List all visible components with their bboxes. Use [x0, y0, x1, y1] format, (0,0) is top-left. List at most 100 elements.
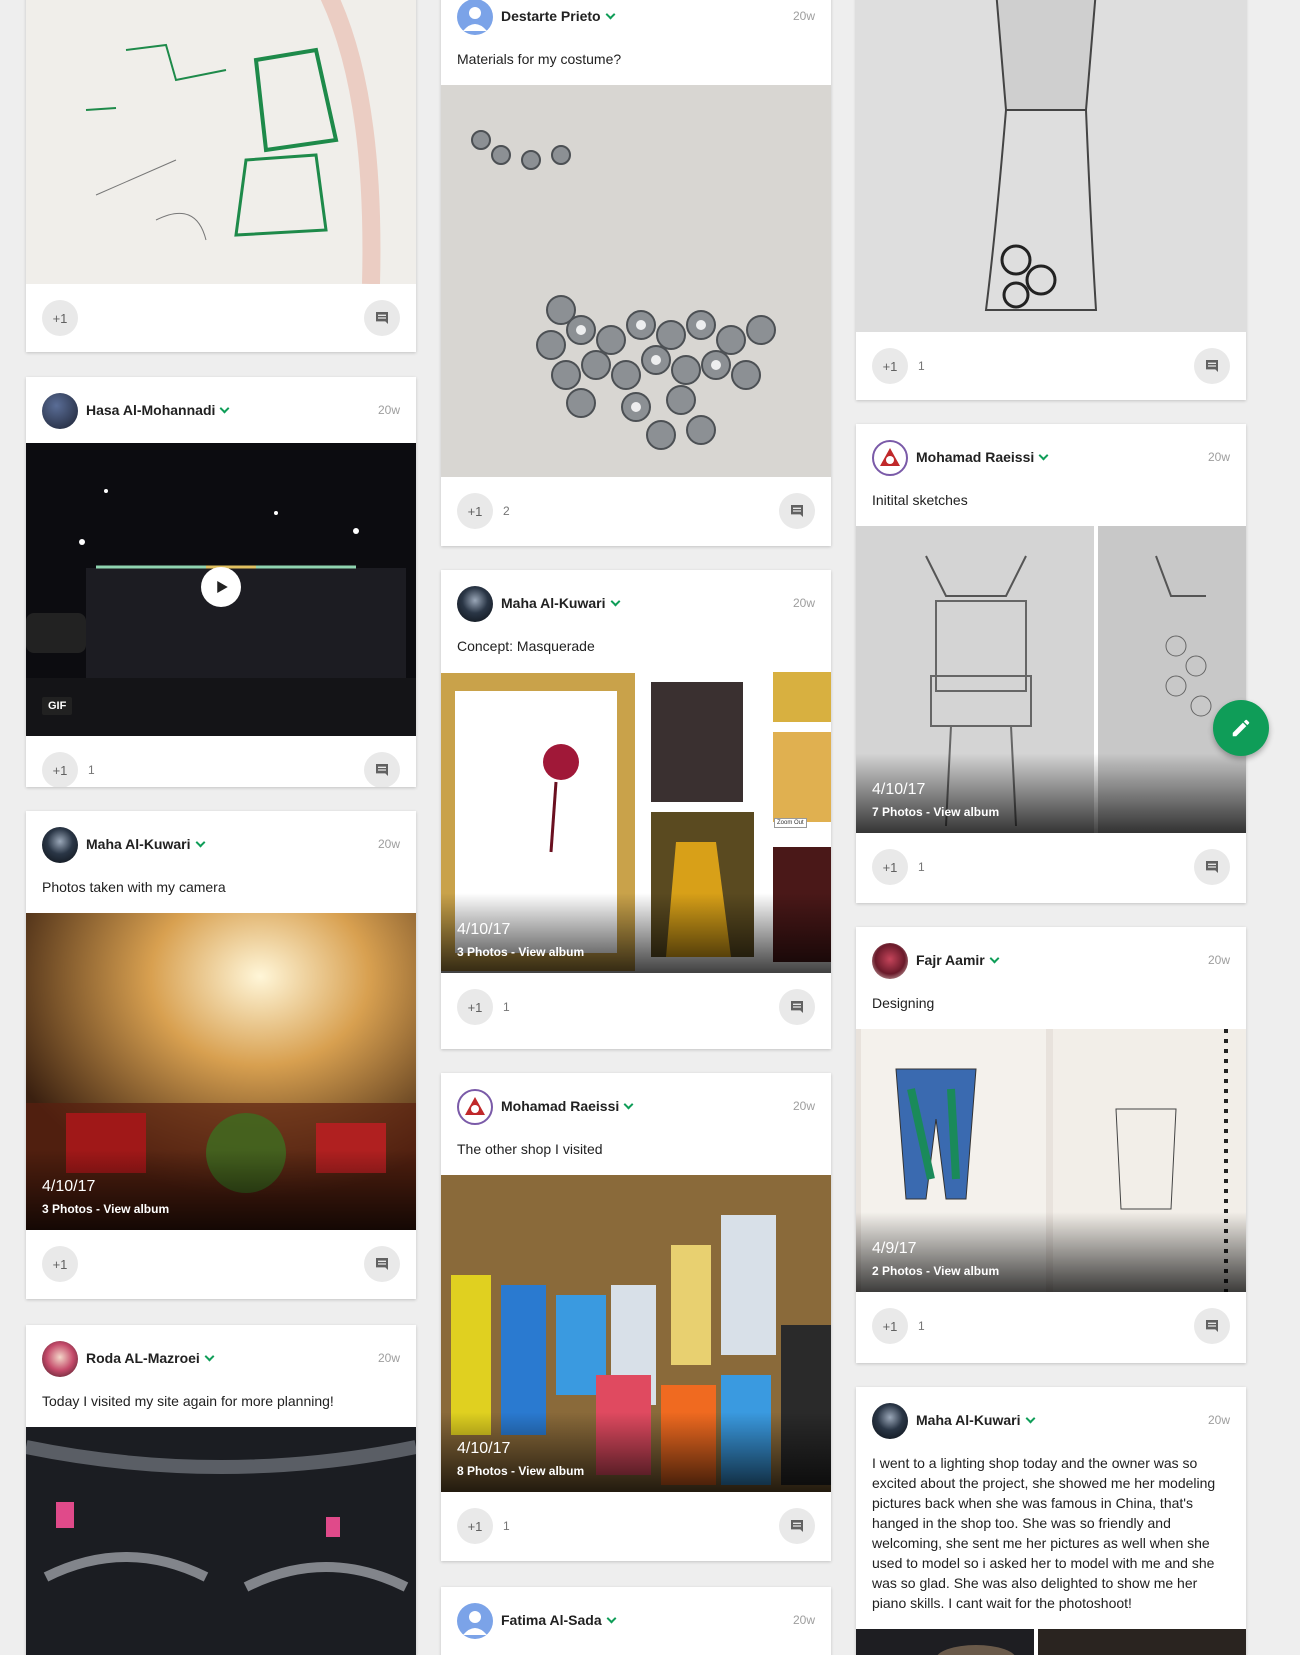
post-footer: +1 1 — [441, 973, 831, 1041]
author-name[interactable]: Fajr Aamir — [916, 952, 1000, 968]
album-image[interactable]: Zoom Out 4/10/17 3 Photos - View album — [441, 672, 831, 973]
plus-one-label: +1 — [882, 358, 898, 374]
plus-one-button[interactable]: +1 — [42, 1246, 78, 1282]
post-time[interactable]: 20w — [793, 596, 815, 610]
plus-one-button[interactable]: +1 — [457, 1508, 493, 1544]
chevron-down-icon[interactable] — [989, 953, 1000, 963]
post-header: Mohamad Raeissi 20w — [441, 1073, 831, 1139]
plus-one-button[interactable]: +1 — [872, 1308, 908, 1344]
post-footer: +1 1 — [26, 736, 416, 787]
comment-button[interactable] — [364, 300, 400, 336]
play-button[interactable] — [201, 567, 241, 607]
comment-icon — [1206, 861, 1218, 873]
view-album-link[interactable]: 3 Photos - View album — [42, 1202, 169, 1216]
author-name[interactable]: Roda AL-Mazroei — [86, 1350, 215, 1366]
chevron-down-icon[interactable] — [1038, 450, 1049, 460]
post-time[interactable]: 20w — [1208, 953, 1230, 967]
post-time[interactable]: 20w — [793, 9, 815, 23]
plus-one-button[interactable]: +1 — [42, 752, 78, 787]
view-album-link[interactable]: 8 Photos - View album — [457, 1464, 584, 1478]
author-name[interactable]: Maha Al-Kuwari — [86, 836, 205, 852]
logo-avatar-icon — [880, 448, 900, 466]
author-name[interactable]: Mohamad Raeissi — [501, 1098, 634, 1114]
post-text: Designing — [872, 995, 935, 1011]
avatar[interactable] — [457, 586, 493, 622]
post-card: Maha Al-Kuwari 20w I went to a lighting … — [856, 1387, 1246, 1655]
author-name[interactable]: Maha Al-Kuwari — [501, 595, 620, 611]
author-name[interactable]: Maha Al-Kuwari — [916, 1412, 1035, 1428]
chevron-down-icon[interactable] — [606, 1613, 617, 1623]
view-album-link[interactable]: 2 Photos - View album — [872, 1264, 999, 1278]
plus-one-count: 1 — [918, 860, 925, 874]
view-album-link[interactable]: 3 Photos - View album — [457, 945, 584, 959]
post-image[interactable] — [26, 1427, 416, 1655]
plus-one-button[interactable]: +1 — [872, 348, 908, 384]
post-time[interactable]: 20w — [378, 837, 400, 851]
author-name[interactable]: Destarte Prieto — [501, 8, 616, 24]
album-image[interactable]: 4/10/17 8 Photos - View album — [441, 1175, 831, 1492]
plus-one-button[interactable]: +1 — [42, 300, 78, 336]
post-footer: +1 — [26, 284, 416, 352]
comment-button[interactable] — [364, 1246, 400, 1282]
post-image[interactable] — [441, 85, 831, 477]
avatar[interactable] — [457, 1603, 493, 1639]
post-card: +1 1 — [856, 0, 1246, 400]
plus-one-button[interactable]: +1 — [872, 849, 908, 885]
author-name[interactable]: Mohamad Raeissi — [916, 449, 1049, 465]
post-card: Hasa Al-Mohannadi 20w GIF +1 1 — [26, 377, 416, 787]
plus-one-count: 1 — [88, 763, 95, 777]
avatar[interactable] — [872, 1403, 908, 1439]
chevron-down-icon[interactable] — [219, 403, 230, 413]
compose-fab-button[interactable] — [1213, 700, 1269, 756]
plus-one-label: +1 — [467, 503, 483, 519]
avatar[interactable] — [42, 393, 78, 429]
comment-button[interactable] — [779, 493, 815, 529]
album-image[interactable]: 4/10/17 3 Photos - View album — [26, 913, 416, 1230]
comment-button[interactable] — [1194, 1308, 1230, 1344]
comment-icon — [791, 1001, 803, 1013]
post-image[interactable] — [856, 0, 1246, 332]
chevron-down-icon[interactable] — [605, 9, 616, 19]
comment-button[interactable] — [364, 752, 400, 787]
plus-one-button[interactable]: +1 — [457, 493, 493, 529]
post-text: Concept: Masquerade — [457, 638, 595, 654]
comment-icon — [376, 312, 388, 324]
post-time[interactable]: 20w — [793, 1613, 815, 1627]
pattern-sketch-image — [26, 0, 416, 284]
avatar[interactable] — [42, 827, 78, 863]
comment-button[interactable] — [1194, 849, 1230, 885]
comment-button[interactable] — [779, 989, 815, 1025]
comment-button[interactable] — [1194, 348, 1230, 384]
avatar[interactable] — [457, 0, 493, 35]
post-time[interactable]: 20w — [793, 1099, 815, 1113]
chevron-down-icon[interactable] — [623, 1099, 634, 1109]
author-name[interactable]: Fatima Al-Sada — [501, 1612, 617, 1628]
chevron-down-icon[interactable] — [195, 837, 205, 847]
post-time[interactable]: 20w — [1208, 1413, 1230, 1427]
post-time[interactable]: 20w — [378, 1351, 400, 1365]
plus-one-button[interactable]: +1 — [457, 989, 493, 1025]
comment-button[interactable] — [779, 1508, 815, 1544]
post-time[interactable]: 20w — [1208, 450, 1230, 464]
chevron-down-icon[interactable] — [1025, 1413, 1035, 1423]
album-image[interactable]: 4/10/17 7 Photos - View album — [856, 526, 1246, 833]
post-footer: +1 1 — [856, 833, 1246, 901]
author-name[interactable]: Hasa Al-Mohannadi — [86, 402, 230, 418]
post-image[interactable] — [26, 0, 416, 284]
post-header: Fatima Al-Sada 20w — [441, 1587, 831, 1653]
chevron-down-icon[interactable] — [204, 1351, 215, 1361]
album-image[interactable]: 4/9/17 2 Photos - View album — [856, 1029, 1246, 1292]
crystal-chandelier-image — [26, 1427, 416, 1655]
author-label: Hasa Al-Mohannadi — [86, 402, 216, 418]
avatar[interactable] — [457, 1089, 493, 1125]
avatar[interactable] — [872, 943, 908, 979]
chevron-down-icon[interactable] — [610, 596, 620, 606]
post-header: Fajr Aamir 20w — [856, 927, 1246, 993]
view-album-link[interactable]: 7 Photos - View album — [872, 805, 999, 819]
post-time[interactable]: 20w — [378, 403, 400, 417]
album-image[interactable] — [856, 1629, 1246, 1655]
avatar[interactable] — [42, 1341, 78, 1377]
post-video[interactable]: GIF — [26, 443, 416, 736]
post-header: Maha Al-Kuwari 20w — [441, 570, 831, 636]
avatar[interactable] — [872, 440, 908, 476]
